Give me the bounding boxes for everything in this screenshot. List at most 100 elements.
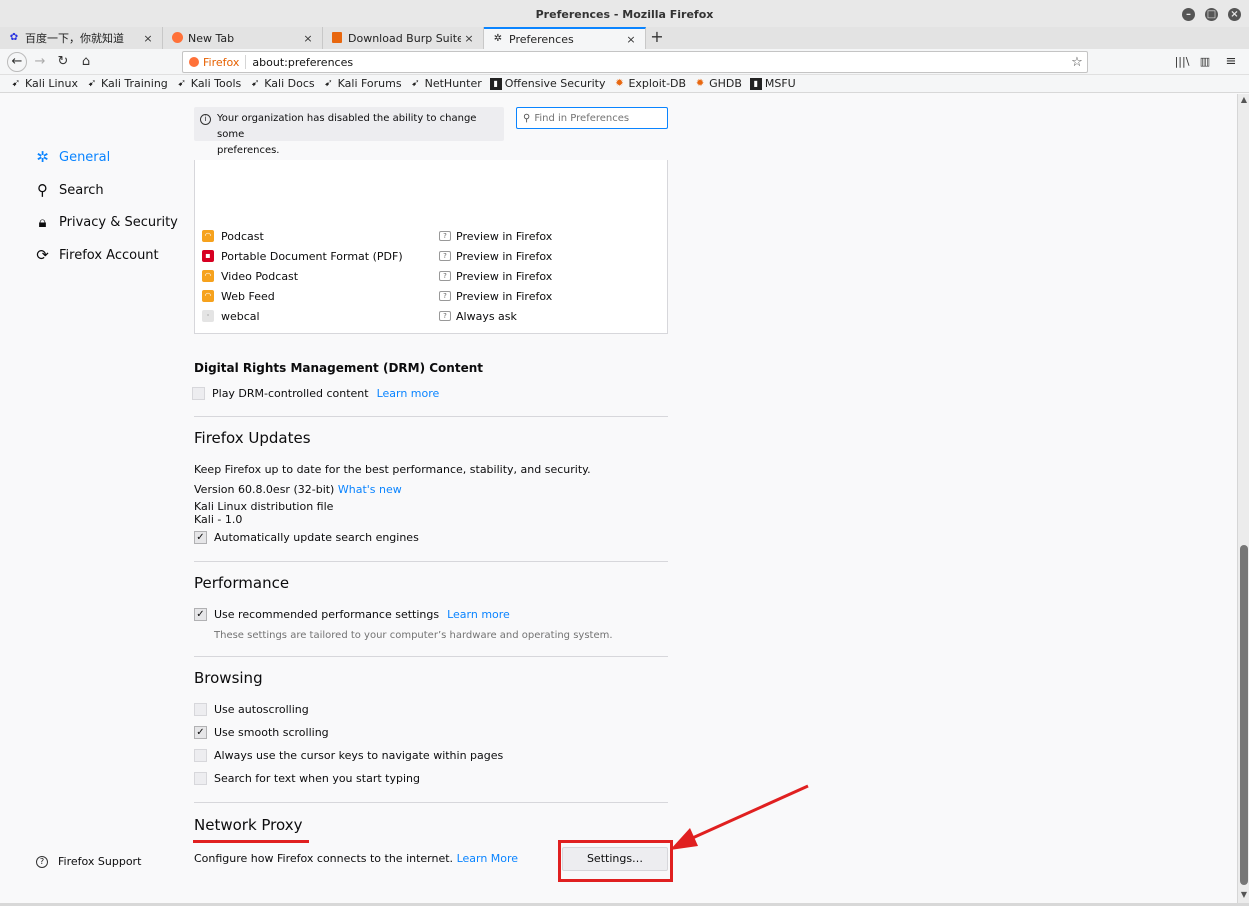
url-text[interactable]: about:preferences (246, 56, 1067, 69)
drm-heading: Digital Rights Management (DRM) Content (194, 361, 483, 375)
bookmark-label: GHDB (709, 77, 742, 90)
list-item[interactable]: ◠ Web Feed ? Preview in Firefox (195, 286, 667, 306)
search-icon: ⚲ (37, 181, 48, 199)
drm-checkbox[interactable]: Play DRM-controlled content Learn more (192, 387, 439, 400)
list-item[interactable]: ◠ Podcast ? Preview in Firefox (195, 226, 667, 246)
tab-burp-suite[interactable]: Download Burp Suite Co × (323, 27, 484, 49)
content-type: Podcast (221, 229, 264, 243)
ask-icon: ? (439, 271, 451, 281)
bookmark-kali-forums[interactable]: ➹ Kali Forums (323, 77, 402, 90)
close-tab-icon[interactable]: × (300, 32, 316, 45)
close-tab-icon[interactable]: × (461, 32, 477, 45)
category-label: Privacy & Security (59, 215, 178, 230)
bookmark-kali-tools[interactable]: ➹ Kali Tools (176, 77, 242, 90)
back-icon[interactable]: ← (7, 52, 27, 72)
content-type: Portable Document Format (PDF) (221, 249, 403, 263)
category-privacy-security[interactable]: 🔒︎ Privacy & Security (34, 214, 178, 231)
help-icon: ? (36, 855, 48, 868)
performance-heading: Performance (194, 574, 290, 592)
reload-icon[interactable]: ↻ (54, 53, 72, 71)
applications-list[interactable]: ◠ Podcast ? Preview in Firefox ▪ Portable D… (194, 160, 668, 334)
category-search[interactable]: ⚲ Search (34, 182, 104, 199)
identity-badge[interactable]: Firefox (183, 55, 247, 69)
performance-note: These settings are tailored to your comp… (214, 630, 613, 641)
menu-icon[interactable]: ≡ (1222, 53, 1240, 71)
checkbox-box[interactable] (194, 749, 207, 762)
rss-icon: ◠ (202, 270, 214, 282)
checkbox-box[interactable] (192, 387, 205, 400)
maximize-icon[interactable]: □ (1205, 8, 1218, 21)
category-general[interactable]: ✲ General (34, 149, 110, 166)
firefox-support-link[interactable]: ? Firefox Support (36, 855, 141, 868)
smooth-scrolling-checkbox[interactable]: ✓ Use smooth scrolling (194, 726, 329, 739)
bookmark-exploit-db[interactable]: ✹ Exploit-DB (613, 77, 686, 90)
window-title: Preferences - Mozilla Firefox (535, 8, 714, 21)
url-bar[interactable]: Firefox about:preferences ☆ (182, 51, 1088, 73)
kali-dragon-icon: ➹ (324, 77, 333, 89)
scroll-up-icon[interactable]: ▲ (1238, 94, 1249, 106)
checkbox-box[interactable]: ✓ (194, 608, 207, 621)
checkbox-box[interactable] (194, 772, 207, 785)
category-label: General (59, 150, 111, 165)
network-proxy-description: Configure how Firefox connects to the in… (194, 852, 454, 865)
kali-dragon-icon: ➹ (177, 77, 186, 89)
network-proxy-learn-more-link[interactable]: Learn More (457, 852, 519, 865)
bookmark-kali-linux[interactable]: ➹ Kali Linux (10, 77, 78, 90)
forward-icon[interactable]: → (31, 53, 49, 71)
home-icon[interactable]: ⌂ (77, 53, 95, 71)
close-tab-icon[interactable]: × (623, 33, 639, 46)
checkbox-label: Use smooth scrolling (214, 726, 329, 739)
content-type: Web Feed (221, 289, 275, 303)
version-text: Version 60.8.0esr (32-bit) (194, 483, 335, 496)
bookmark-label: Exploit-DB (628, 77, 687, 90)
search-when-typing-checkbox[interactable]: Search for text when you start typing (194, 772, 420, 785)
bookmark-offensive-security[interactable]: ▮ Offensive Security (489, 77, 605, 90)
bookmark-star-icon[interactable]: ☆ (1067, 55, 1087, 70)
bookmark-kali-training[interactable]: ➹ Kali Training (86, 77, 168, 90)
bookmark-label: Kali Forums (337, 77, 402, 90)
new-tab-button[interactable]: + (648, 27, 666, 49)
tab-strip: ✿ 百度一下，你就知道 × New Tab × Download Burp Su… (0, 27, 1249, 49)
whats-new-link[interactable]: What's new (338, 483, 402, 496)
tab-baidu[interactable]: ✿ 百度一下，你就知道 × (0, 27, 163, 49)
bookmark-msfu[interactable]: ▮ MSFU (749, 77, 796, 90)
library-icon[interactable]: |||\ (1173, 53, 1191, 71)
divider (194, 656, 668, 657)
cursor-keys-checkbox[interactable]: Always use the cursor keys to navigate w… (194, 749, 503, 762)
scroll-down-icon[interactable]: ▼ (1238, 889, 1249, 901)
search-placeholder: Find in Preferences (534, 112, 630, 124)
version-line: Version 60.8.0esr (32-bit) What's new (194, 483, 402, 496)
bookmark-kali-docs[interactable]: ➹ Kali Docs (249, 77, 315, 90)
tab-new-tab[interactable]: New Tab × (163, 27, 323, 49)
drm-learn-more-link[interactable]: Learn more (377, 387, 440, 400)
sidebar-toggle-icon[interactable]: ▥ (1196, 53, 1214, 71)
policy-text-line-2: preferences. (217, 145, 280, 156)
close-tab-icon[interactable]: × (140, 32, 156, 45)
tab-label: New Tab (188, 31, 235, 45)
minimize-icon[interactable]: – (1182, 8, 1195, 21)
performance-learn-more-link[interactable]: Learn more (447, 608, 510, 621)
list-item[interactable]: · webcal ? Always ask (195, 306, 667, 326)
recommended-performance-checkbox[interactable]: ✓ Use recommended performance settings L… (194, 608, 510, 621)
checkbox-box[interactable] (194, 703, 207, 716)
firefox-icon (171, 32, 183, 44)
offsec-icon: ▮ (489, 77, 502, 90)
checkbox-box[interactable]: ✓ (194, 531, 207, 544)
find-in-preferences-input[interactable]: ⚲ Find in Preferences (516, 107, 668, 129)
autoscrolling-checkbox[interactable]: Use autoscrolling (194, 703, 309, 716)
bookmark-nethunter[interactable]: ➹ NetHunter (410, 77, 482, 90)
list-item[interactable]: ◠ Video Podcast ? Preview in Firefox (195, 266, 667, 286)
bookmarks-toolbar: ➹ Kali Linux ➹ Kali Training ➹ Kali Tools ➹… (0, 75, 1249, 93)
content-scrollbar[interactable]: ▲ ▼ (1237, 94, 1249, 903)
bookmark-ghdb[interactable]: ✹ GHDB (694, 77, 742, 90)
tab-preferences[interactable]: ✲ Preferences × (484, 27, 646, 49)
auto-update-search-checkbox[interactable]: ✓ Automatically update search engines (194, 531, 419, 544)
checkbox-box[interactable]: ✓ (194, 726, 207, 739)
bookmark-label: NetHunter (424, 77, 482, 90)
scroll-thumb[interactable] (1240, 545, 1248, 885)
category-firefox-account[interactable]: ⟳ Firefox Account (34, 247, 158, 264)
exploit-db-icon: ✹ (615, 77, 624, 89)
list-item[interactable]: ▪ Portable Document Format (PDF) ? Preview… (195, 246, 667, 266)
content-action: Preview in Firefox (456, 249, 553, 263)
close-window-icon[interactable]: × (1228, 8, 1241, 21)
